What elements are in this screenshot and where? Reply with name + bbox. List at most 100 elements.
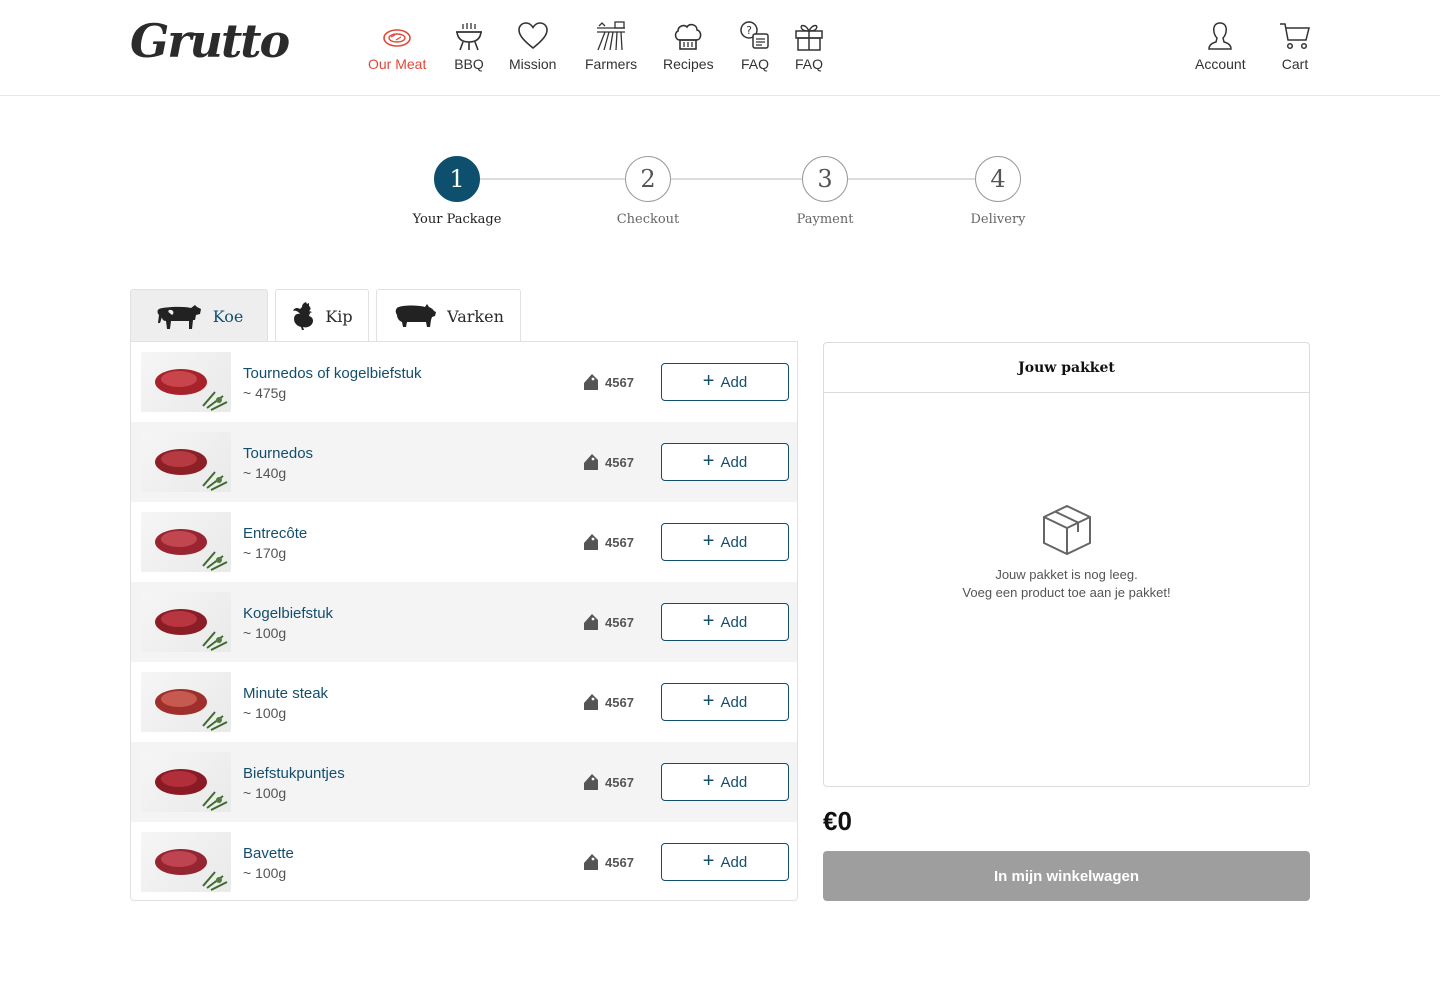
product-name[interactable]: Biefstukpuntjes [243, 765, 345, 782]
tab-kip[interactable]: Kip [275, 289, 369, 342]
ear-tag-icon [584, 454, 598, 470]
add-label: Add [720, 853, 748, 871]
product-row: Biefstukpuntjes ~ 100g 4567 + Add [131, 742, 797, 822]
farm-field-icon [597, 21, 626, 51]
farmer-count: 4567 [605, 774, 634, 790]
plus-icon: + [702, 690, 715, 712]
nav-faq[interactable]: ? FAQ [739, 20, 771, 72]
tab-label: Koe [212, 306, 244, 326]
step-number: 4 [975, 156, 1021, 202]
step-number: 2 [625, 156, 671, 202]
account-user-icon [1208, 22, 1233, 50]
product-photo-icon [155, 769, 228, 811]
nav-farmers[interactable]: Farmers [585, 20, 637, 72]
add-label: Add [720, 453, 748, 471]
ear-tag-icon [584, 614, 598, 630]
nav-label: FAQ [740, 56, 769, 72]
product-image [141, 512, 231, 572]
product-weight: ~ 100g [243, 625, 287, 641]
add-product-button[interactable]: + Add [661, 363, 789, 401]
add-product-button[interactable]: + Add [661, 843, 789, 881]
gift-icon [795, 24, 823, 51]
nav-label: Account [1195, 56, 1246, 72]
product-row: Kogelbiefstuk ~ 100g 4567 + Add [131, 582, 797, 662]
product-photo-icon [155, 849, 228, 891]
faq-chat-icon: ? [740, 21, 769, 49]
product-photo-icon [155, 689, 228, 731]
farmer-count-badge: 4567 [583, 533, 634, 551]
step-label: Checkout [616, 212, 680, 227]
plus-icon: + [702, 850, 715, 872]
product-row: Tournedos ~ 140g 4567 + Add [131, 422, 797, 502]
nav-our-meat[interactable]: Our Meat [368, 20, 426, 72]
product-name[interactable]: Tournedos [243, 445, 313, 462]
product-name[interactable]: Entrecôte [243, 525, 307, 542]
product-name[interactable]: Tournedos of kogelbiefstuk [243, 365, 421, 382]
farmer-count: 4567 [605, 614, 634, 630]
product-name[interactable]: Minute steak [243, 685, 328, 702]
plus-icon: + [702, 450, 715, 472]
product-image [141, 352, 231, 412]
tab-koe[interactable]: Koe [130, 289, 268, 342]
svg-text:?: ? [746, 24, 752, 37]
product-photo-icon [155, 369, 228, 411]
add-product-button[interactable]: + Add [661, 603, 789, 641]
product-name[interactable]: Bavette [243, 845, 294, 862]
farmer-count-badge: 4567 [583, 693, 634, 711]
grutto-logo[interactable]: Grutto [130, 14, 290, 68]
steak-icon [383, 29, 411, 47]
farmer-count: 4567 [605, 374, 634, 390]
package-title: Jouw pakket [824, 343, 1309, 393]
add-to-cart-button[interactable]: In mijn winkelwagen [823, 851, 1310, 901]
product-list: Tournedos of kogelbiefstuk ~ 475g 4567 + Add… [130, 341, 798, 901]
step-checkout[interactable]: 2 Checkout [568, 156, 728, 227]
product-row: Bavette ~ 100g 4567 + Add [131, 822, 797, 900]
package-panel: Jouw pakket Jouw pakket is nog leeg. Voe… [823, 342, 1310, 787]
nav-account[interactable]: Account [1195, 20, 1246, 72]
ear-tag-icon [584, 374, 598, 390]
farmer-count: 4567 [605, 454, 634, 470]
chicken-icon [293, 302, 314, 330]
ear-tag-icon [584, 534, 598, 550]
nav-mission[interactable]: Mission [509, 20, 556, 72]
step-delivery[interactable]: 4 Delivery [918, 156, 1078, 227]
nav-label: Cart [1281, 56, 1309, 72]
ear-tag-icon [584, 694, 598, 710]
add-label: Add [720, 613, 748, 631]
add-product-button[interactable]: + Add [661, 443, 789, 481]
step-label: Delivery [970, 212, 1026, 227]
product-weight: ~ 100g [243, 785, 287, 801]
empty-message-line1: Jouw pakket is nog leeg. [995, 567, 1138, 582]
pig-icon [395, 304, 437, 327]
nav-cart[interactable]: Cart [1279, 20, 1311, 72]
step-payment[interactable]: 3 Payment [745, 156, 905, 227]
add-product-button[interactable]: + Add [661, 683, 789, 721]
product-row: Entrecôte ~ 170g 4567 + Add [131, 502, 797, 582]
step-label: Payment [796, 212, 854, 227]
cow-icon [157, 305, 201, 329]
tab-varken[interactable]: Varken [376, 289, 521, 342]
product-image [141, 432, 231, 492]
empty-box-icon [1043, 504, 1091, 556]
package-total: €0 [823, 806, 852, 836]
add-product-button[interactable]: + Add [661, 523, 789, 561]
plus-icon: + [702, 770, 715, 792]
plus-icon: + [702, 530, 715, 552]
product-weight: ~ 170g [243, 545, 287, 561]
farmer-count: 4567 [605, 694, 634, 710]
step-your-package[interactable]: 1 Your Package [377, 156, 537, 227]
product-name[interactable]: Kogelbiefstuk [243, 605, 333, 622]
nav-label: BBQ [454, 56, 484, 72]
farmer-count-badge: 4567 [583, 853, 634, 871]
step-label: Your Package [412, 212, 502, 227]
nav-label: Recipes [663, 56, 714, 72]
nav-faq-gift[interactable]: FAQ [793, 20, 825, 72]
product-image [141, 752, 231, 812]
nav-bbq[interactable]: BBQ [453, 20, 485, 72]
nav-recipes[interactable]: Recipes [663, 20, 714, 72]
plus-icon: + [702, 610, 715, 632]
product-photo-icon [155, 449, 228, 491]
tab-label: Kip [325, 306, 353, 326]
add-product-button[interactable]: + Add [661, 763, 789, 801]
farmer-count-badge: 4567 [583, 373, 634, 391]
